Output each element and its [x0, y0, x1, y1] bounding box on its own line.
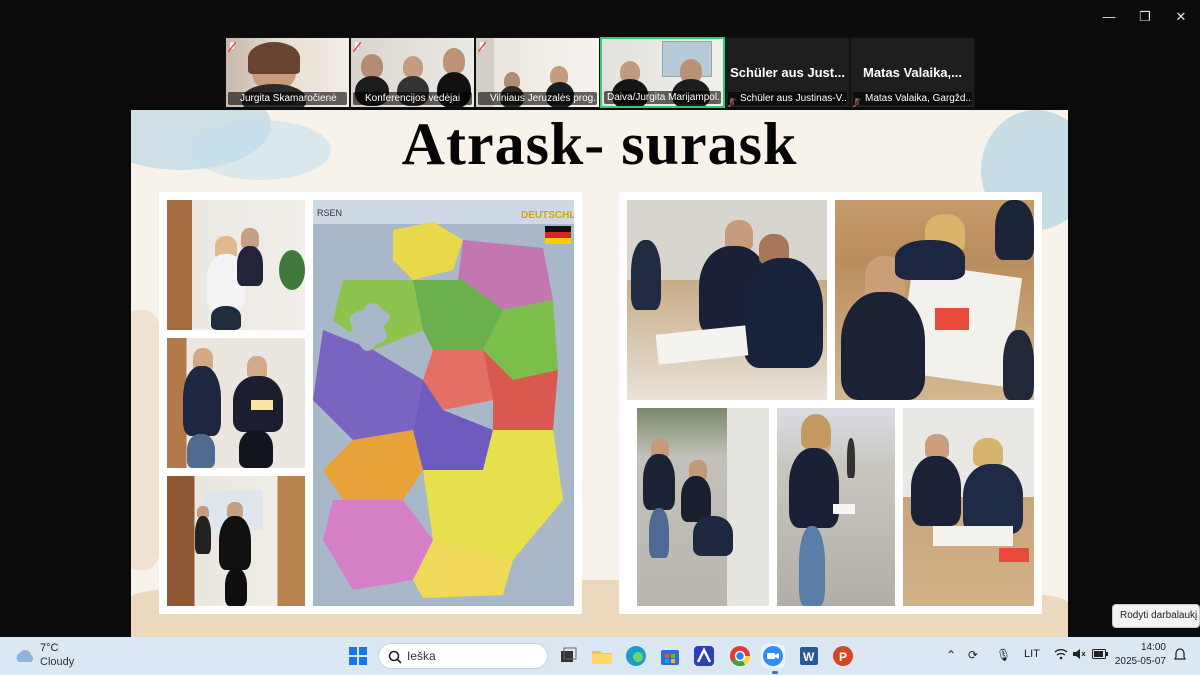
- chrome-icon[interactable]: [728, 644, 752, 668]
- photo-students-corridor: [167, 476, 305, 606]
- windows-start-icon[interactable]: [346, 644, 370, 668]
- participant-name: Schüler aus Justinas-V...: [728, 92, 847, 105]
- task-view-icon[interactable]: [556, 644, 580, 668]
- search-placeholder: Ieška: [407, 649, 436, 663]
- participant-tile[interactable]: Schüler aus Just... Schüler aus Justinas…: [725, 37, 850, 108]
- participant-tile[interactable]: Vilniaus Jeruzalės prog...: [475, 37, 600, 108]
- participant-tile[interactable]: Konferencijos vedėjai: [350, 37, 475, 108]
- participant-name: Matas Valaika, Gargžd...: [853, 92, 972, 105]
- photo-students-hallway: [167, 200, 305, 330]
- left-photo-panel: DEUTSCHLAND RSEN: [159, 192, 582, 614]
- volume-icon[interactable]: [1072, 648, 1086, 663]
- minimize-button[interactable]: —: [1094, 8, 1124, 26]
- file-explorer-icon[interactable]: [590, 644, 614, 668]
- taskbar-search-box[interactable]: Ieška: [378, 643, 548, 669]
- photo-student-street: [777, 408, 895, 606]
- edge-icon[interactable]: [624, 644, 648, 668]
- weather-cloud-icon: [16, 650, 34, 662]
- puzzle-brand-text: RSEN: [317, 208, 342, 218]
- participant-name: Vilniaus Jeruzalės prog...: [478, 92, 597, 105]
- taskbar: 7°C Cloudy Ieška W P ⌃ ⟳ 🎙 LIT 14:00 202…: [0, 637, 1200, 675]
- store-icon[interactable]: [658, 644, 682, 668]
- participant-strip: Jurgita Skamaročienė Konferencijos vedėj…: [225, 37, 975, 108]
- svg-text:W: W: [803, 650, 815, 664]
- photo-students-classroom: [627, 200, 827, 400]
- photo-students-map-table: [835, 200, 1034, 400]
- chevron-up-icon[interactable]: ⌃: [946, 648, 956, 662]
- screen: — ❐ ✕ Jurgita Skamaročienė Konferencijos…: [0, 0, 1200, 675]
- zoom-icon[interactable]: [761, 644, 785, 668]
- weather-temperature: 7°C: [40, 642, 59, 654]
- photo-students-paper: [167, 338, 305, 468]
- right-photo-panel: [619, 192, 1042, 614]
- word-icon[interactable]: W: [797, 644, 821, 668]
- participant-display-name: Schüler aus Just...: [730, 65, 845, 80]
- mic-muted-icon: [352, 39, 362, 53]
- participant-display-name: Matas Valaika,...: [862, 65, 962, 80]
- powerpoint-icon[interactable]: P: [831, 644, 855, 668]
- participant-tile[interactable]: Jurgita Skamaročienė: [225, 37, 350, 108]
- photo-students-outdoor: [637, 408, 769, 606]
- participant-tile-active-speaker[interactable]: Daiva/Jurgita Marijampol...: [600, 37, 725, 108]
- slide-title: Atrask- surask: [401, 111, 798, 177]
- photo-germany-puzzle: DEUTSCHLAND RSEN: [313, 200, 574, 606]
- participant-name: Jurgita Skamaročienė: [228, 92, 347, 105]
- germany-puzzle-map: DEUTSCHLAND RSEN: [313, 200, 574, 606]
- photo-students-desk: [903, 408, 1034, 606]
- shared-slide: Atrask- surask DEUTSCHL RSEN: [131, 110, 1068, 637]
- wifi-icon[interactable]: [1054, 648, 1068, 663]
- sync-icon[interactable]: ⟳: [968, 648, 978, 662]
- app-icon[interactable]: [692, 644, 716, 668]
- close-button[interactable]: ✕: [1166, 8, 1196, 26]
- microphone-icon[interactable]: 🎙: [996, 648, 1011, 662]
- mic-muted-icon: [477, 39, 487, 53]
- mic-muted-icon: [227, 39, 237, 53]
- weather-condition: Cloudy: [40, 656, 75, 668]
- restore-button[interactable]: ❐: [1130, 8, 1160, 26]
- notification-icon[interactable]: [1174, 648, 1186, 664]
- svg-text:P: P: [839, 650, 847, 664]
- participant-name: Daiva/Jurgita Marijampol...: [604, 91, 721, 104]
- participant-tile[interactable]: Matas Valaika,... Matas Valaika, Gargžd.…: [850, 37, 975, 108]
- show-desktop-tooltip: Rodyti darbalaukį: [1112, 604, 1200, 628]
- participant-name: Konferencijos vedėjai: [353, 92, 472, 105]
- puzzle-header-text: DEUTSCHLAND: [521, 210, 574, 221]
- search-icon: [388, 650, 402, 664]
- clock-date[interactable]: 2025-05-07: [1110, 656, 1166, 667]
- clock-time[interactable]: 14:00: [1116, 642, 1166, 653]
- battery-icon[interactable]: [1092, 648, 1108, 662]
- weather-widget[interactable]: 7°C Cloudy: [14, 642, 94, 670]
- language-indicator[interactable]: LIT: [1024, 648, 1040, 660]
